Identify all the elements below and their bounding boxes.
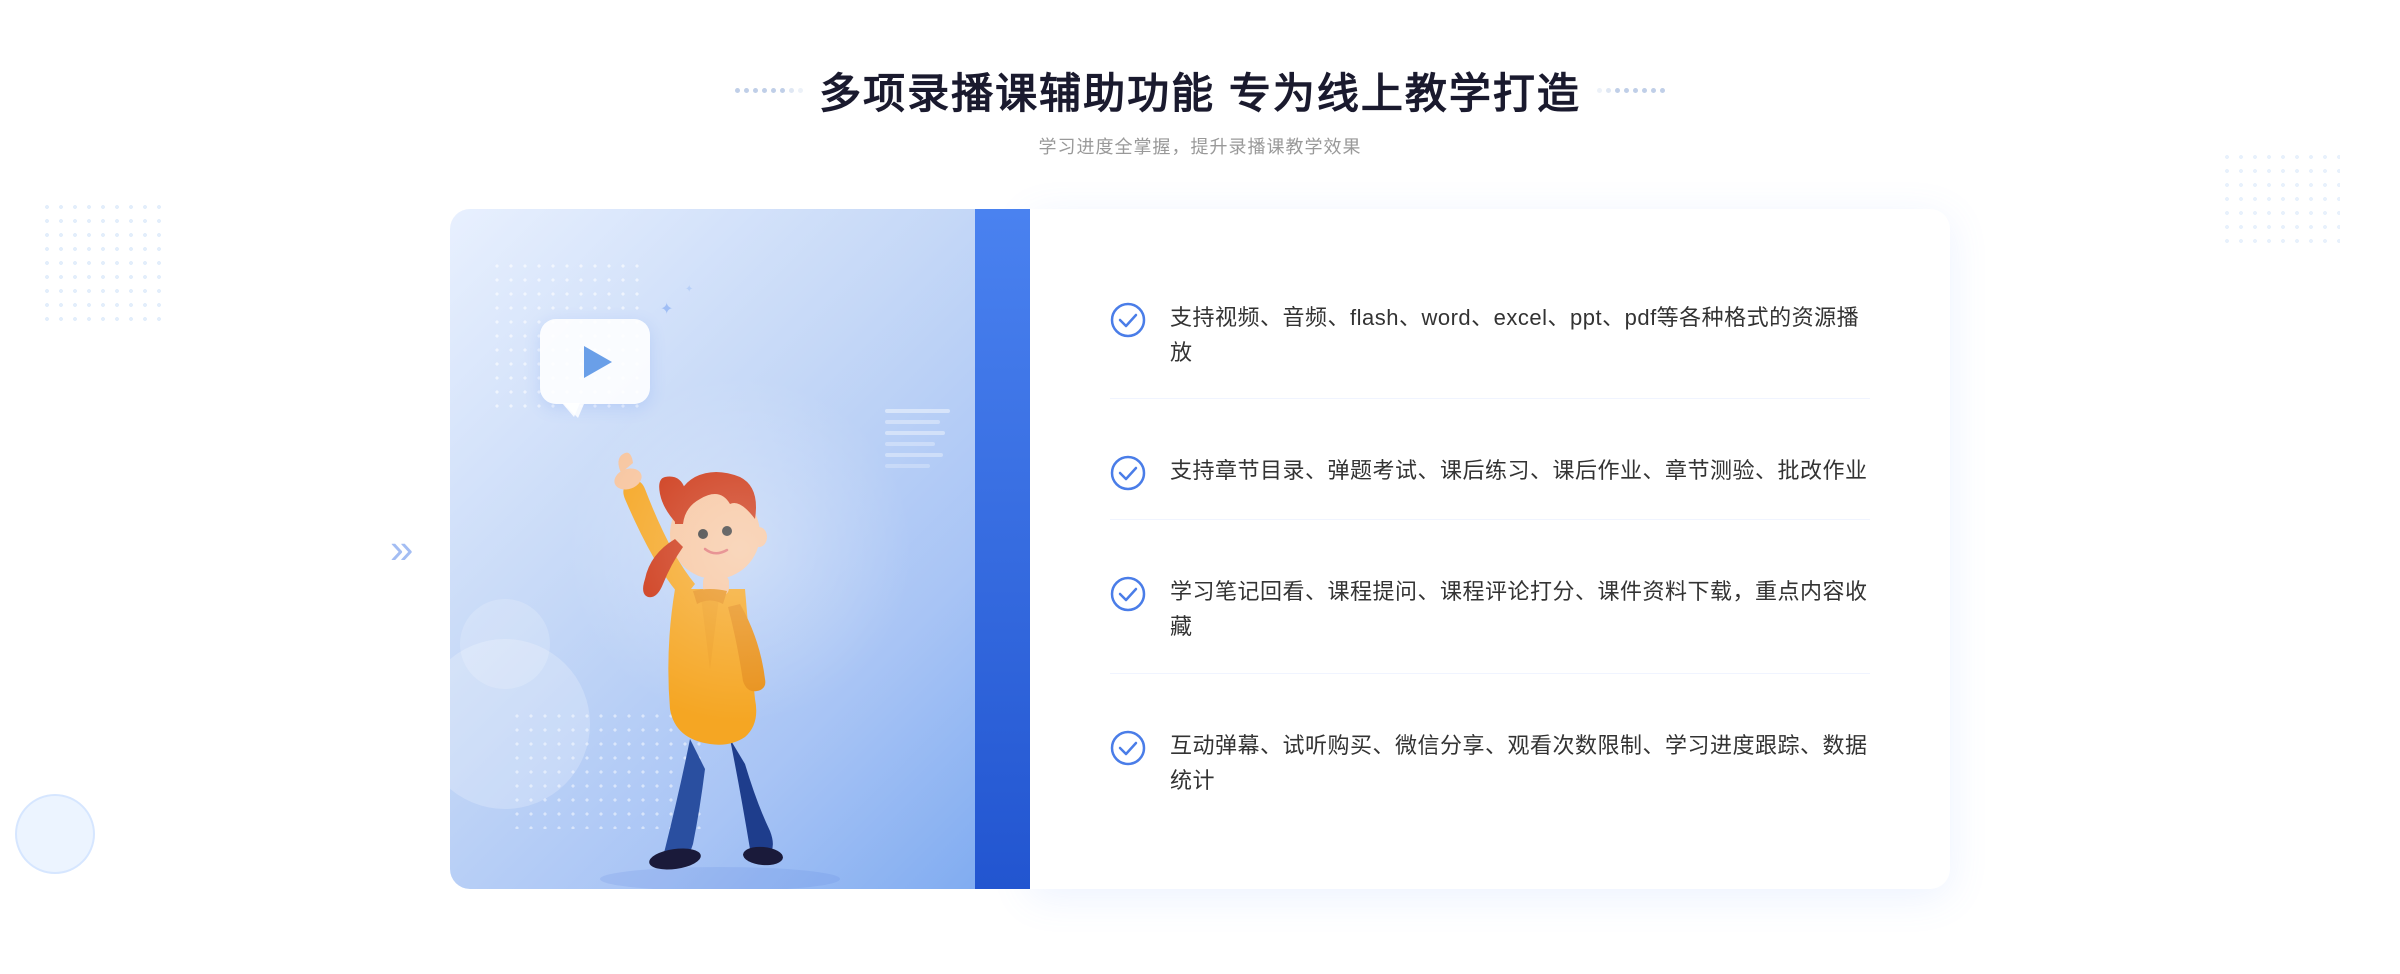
feature-text-2: 支持章节目录、弹题考试、课后练习、课后作业、章节测验、批改作业 xyxy=(1170,453,1868,488)
feature-item-3: 学习笔记回看、课程提问、课程评论打分、课件资料下载，重点内容收藏 xyxy=(1110,546,1870,673)
features-panel: 支持视频、音频、flash、word、excel、ppt、pdf等各种格式的资源… xyxy=(1030,209,1950,889)
bg-dots-left xyxy=(40,200,170,330)
check-circle-icon-1 xyxy=(1110,302,1146,338)
left-chevron-icon: » xyxy=(390,525,413,573)
page-subtitle: 学习进度全掌握，提升录播课教学效果 xyxy=(735,133,1665,159)
spark-icon-2: ✦ xyxy=(685,284,693,295)
bg-dots-right xyxy=(2220,150,2340,250)
header-title-row: 多项录播课辅助功能 专为线上教学打造 xyxy=(735,60,1665,121)
illustration-panel: ✦ ✦ xyxy=(450,209,1030,889)
feature-text-4: 互动弹幕、试听购买、微信分享、观看次数限制、学习进度跟踪、数据统计 xyxy=(1170,728,1870,798)
illustration-inner: ✦ ✦ xyxy=(450,209,1030,889)
feature-item-2: 支持章节目录、弹题考试、课后练习、课后作业、章节测验、批改作业 xyxy=(1110,425,1870,520)
glow-effect xyxy=(565,374,915,724)
page-title: 多项录播课辅助功能 专为线上教学打造 xyxy=(819,60,1581,121)
check-circle-icon-2 xyxy=(1110,455,1146,491)
main-content: » ✦ ✦ xyxy=(450,209,1950,889)
feature-text-1: 支持视频、音频、flash、word、excel、ppt、pdf等各种格式的资源… xyxy=(1170,300,1870,370)
header-dots-left xyxy=(735,88,803,93)
check-circle-icon-4 xyxy=(1110,730,1146,766)
page-wrapper: 多项录播课辅助功能 专为线上教学打造 学习进度全掌握，提升录播课教学效果 » xyxy=(0,0,2400,974)
header-section: 多项录播课辅助功能 专为线上教学打造 学习进度全掌握，提升录播课教学效果 xyxy=(735,60,1665,159)
spark-icon-1: ✦ xyxy=(660,299,673,319)
bg-circle-left xyxy=(15,794,95,874)
feature-item-4: 互动弹幕、试听购买、微信分享、观看次数限制、学习进度跟踪、数据统计 xyxy=(1110,700,1870,826)
check-circle-icon-3 xyxy=(1110,576,1146,612)
header-dots-right xyxy=(1597,88,1665,93)
blue-accent-bar xyxy=(975,209,1030,889)
feature-text-3: 学习笔记回看、课程提问、课程评论打分、课件资料下载，重点内容收藏 xyxy=(1170,574,1870,644)
feature-item-1: 支持视频、音频、flash、word、excel、ppt、pdf等各种格式的资源… xyxy=(1110,272,1870,399)
